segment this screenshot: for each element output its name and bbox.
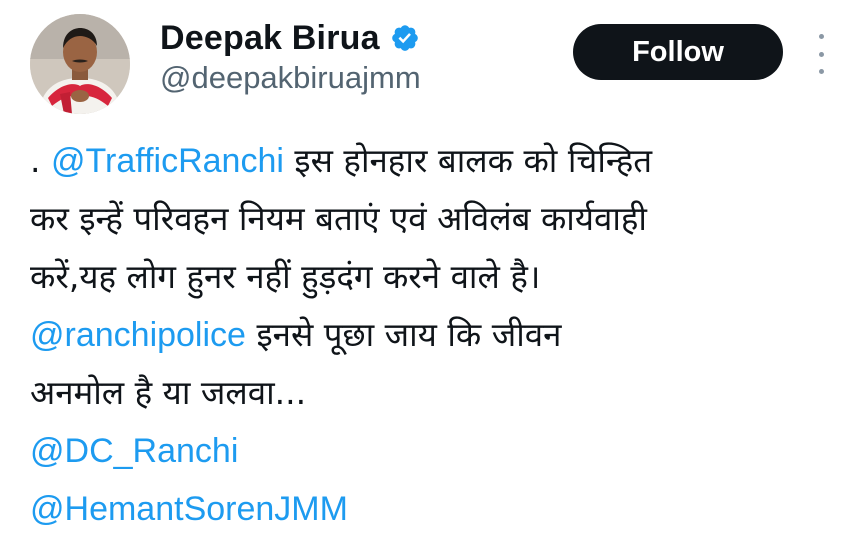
avatar-photo (30, 14, 130, 114)
more-dot (818, 34, 824, 39)
tweet-line-5: अनमोल है या जलवा... (30, 364, 845, 422)
tweet-text-4: इनसे पूछा जाय कि जीवन (256, 315, 562, 354)
tweet-line-4: @ranchipolice इनसे पूछा जाय कि जीवन (30, 306, 845, 364)
more-dot (818, 69, 824, 74)
tweet-text-3: करें,यह लोग हुनर नहीं हुड़दंग करने वाले … (30, 257, 541, 296)
tweet-line-1: . @TrafficRanchi इस होनहार बालक को चिन्ह… (30, 132, 845, 190)
more-vertical-icon[interactable] (812, 34, 830, 74)
author-handle[interactable]: @deepakbiruajmm (160, 60, 421, 96)
more-dot (818, 51, 824, 57)
tweet-line-2: कर इन्हें परिवहन नियम बताएं एवं अविलंब क… (30, 190, 845, 248)
follow-button[interactable]: Follow (573, 24, 783, 80)
mention-dc-ranchi[interactable]: @DC_Ranchi (30, 432, 238, 470)
mention-hemant-soren[interactable]: @HemantSorenJMM (30, 490, 348, 528)
tweet-line-7: @HemantSorenJMM (30, 480, 845, 538)
tweet-text: . @TrafficRanchi इस होनहार बालक को चिन्ह… (30, 132, 845, 538)
tweet-line-6: @DC_Ranchi (30, 422, 845, 480)
mention-traffic-ranchi[interactable]: @TrafficRanchi (51, 142, 284, 180)
author-display-name[interactable]: Deepak Birua (160, 19, 380, 58)
tweet-prefix: . (30, 141, 41, 180)
tweet-text-5: अनमोल है या जलवा... (30, 373, 307, 412)
verified-badge-icon (390, 23, 420, 53)
avatar[interactable] (30, 14, 130, 114)
tweet-text-2: कर इन्हें परिवहन नियम बताएं एवं अविलंब क… (30, 199, 647, 238)
mention-ranchi-police[interactable]: @ranchipolice (30, 316, 246, 354)
tweet-text-1: इस होनहार बालक को चिन्हित (294, 141, 653, 180)
tweet-card: Deepak Birua @deepakbiruajmm Follow . @T… (0, 0, 861, 554)
tweet-line-3: करें,यह लोग हुनर नहीं हुड़दंग करने वाले … (30, 248, 845, 306)
author-name-row: Deepak Birua (160, 16, 420, 60)
